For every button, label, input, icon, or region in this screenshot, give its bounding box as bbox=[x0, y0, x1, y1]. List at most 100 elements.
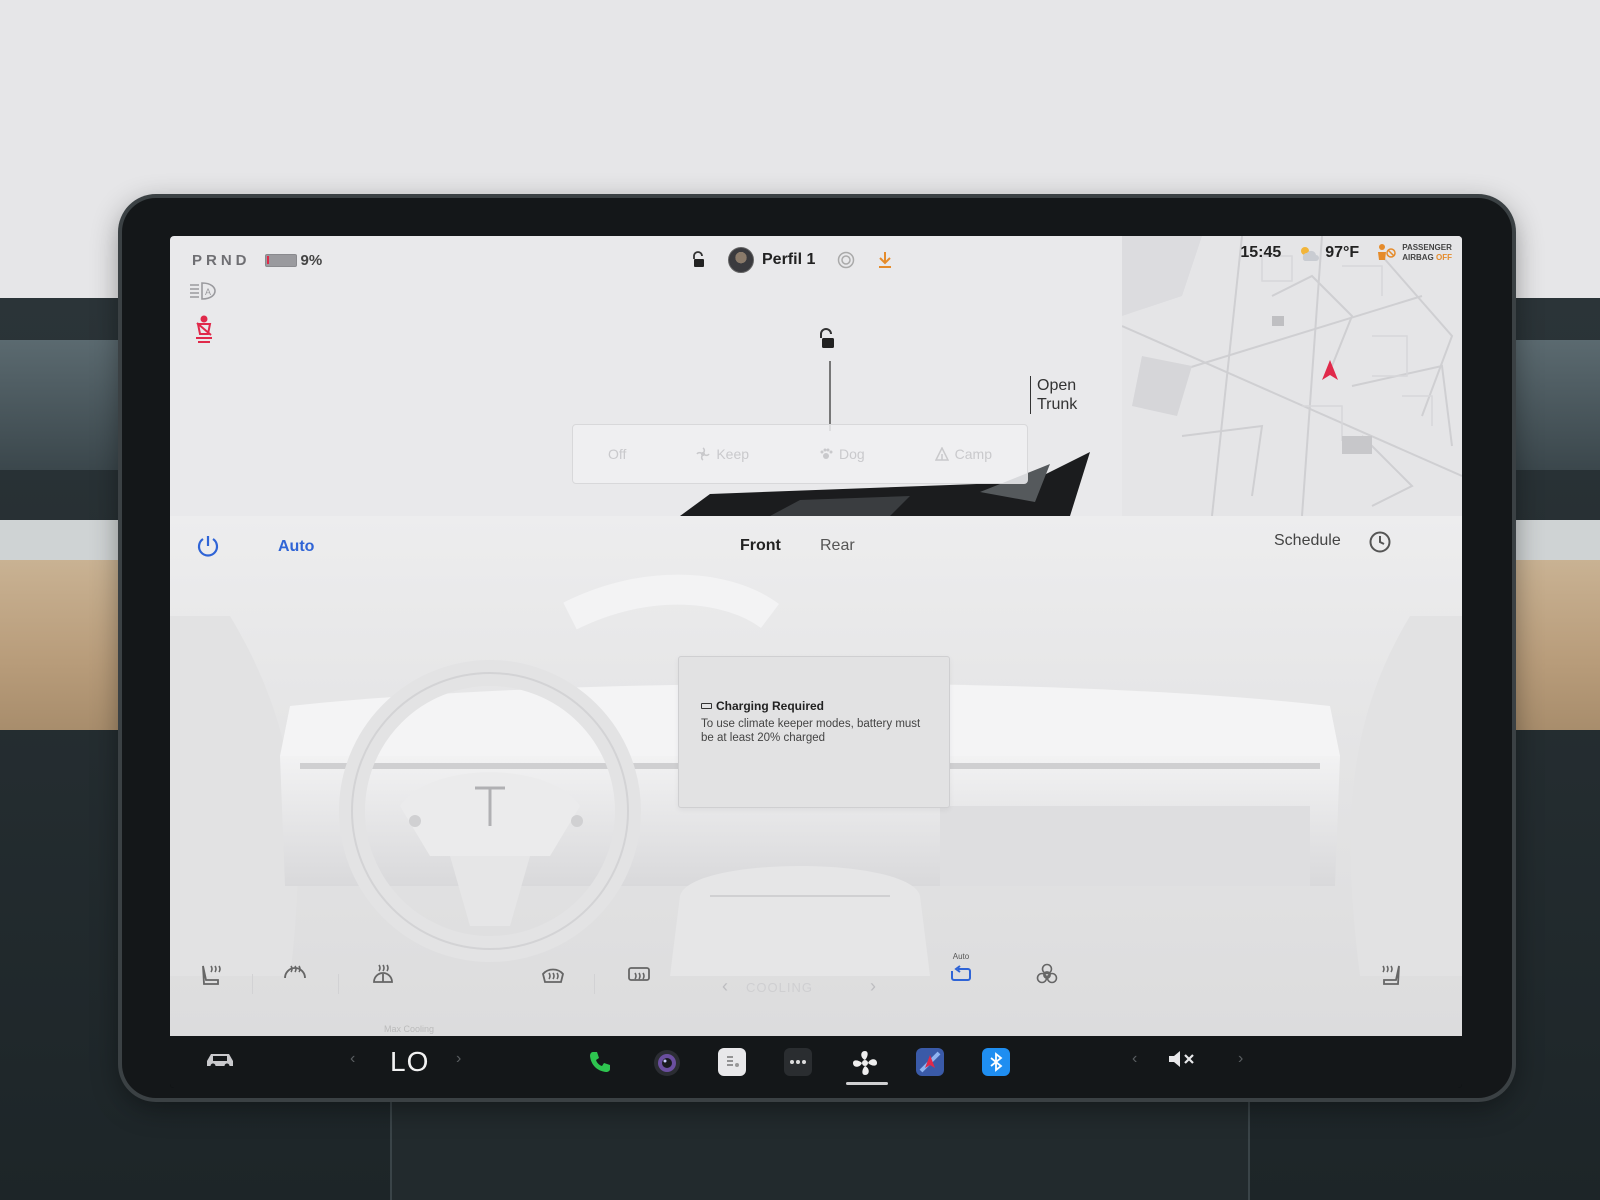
climate-app-button[interactable] bbox=[850, 1048, 880, 1078]
separator bbox=[594, 974, 595, 994]
clock-icon[interactable] bbox=[1368, 530, 1392, 559]
auto-headlights-icon: A bbox=[188, 280, 218, 302]
keeper-mode-camp-label: Camp bbox=[954, 446, 992, 462]
climate-header: Auto Front Rear Schedule bbox=[170, 516, 1462, 576]
status-right: 15:45 97°F PASSENGER AIRBAG OFF bbox=[1240, 242, 1452, 264]
climate-power-button[interactable] bbox=[196, 534, 220, 563]
bottom-dock: ‹ Max Cooling LO › ‹ › bbox=[170, 1024, 1462, 1088]
paw-icon bbox=[820, 448, 833, 459]
separator bbox=[338, 974, 339, 994]
status-center: Perfil 1 bbox=[690, 244, 893, 276]
bluetooth-app-button[interactable] bbox=[982, 1048, 1010, 1076]
car-lock-toggle-icon[interactable] bbox=[816, 328, 836, 350]
passenger-airbag-status: PASSENGER AIRBAG OFF bbox=[1375, 242, 1452, 264]
temp-decrease-chevron[interactable]: ‹ bbox=[350, 1050, 355, 1068]
navigation-icon bbox=[916, 1048, 944, 1076]
navigation-map[interactable] bbox=[1122, 236, 1462, 516]
front-defrost-button[interactable] bbox=[540, 962, 566, 988]
gear-indicator: PRND bbox=[192, 252, 251, 269]
fan-icon bbox=[853, 1051, 877, 1075]
clock: 15:45 bbox=[1240, 244, 1282, 261]
toybox-app-button[interactable] bbox=[718, 1048, 746, 1076]
tab-front[interactable]: Front bbox=[740, 537, 781, 555]
keeper-mode-off-label: Off bbox=[607, 446, 627, 462]
airbag-line1: PASSENGER bbox=[1402, 243, 1452, 252]
rear-defrost-icon bbox=[628, 967, 650, 981]
airbag-icon bbox=[1378, 244, 1396, 260]
volume-mute-button[interactable] bbox=[1166, 1048, 1200, 1070]
volume-increase-chevron[interactable]: › bbox=[1238, 1050, 1243, 1068]
recirculation-button[interactable]: Auto bbox=[948, 952, 974, 985]
mute-icon bbox=[1169, 1051, 1194, 1067]
left-wood-trim bbox=[0, 560, 122, 730]
camera-icon bbox=[654, 1050, 680, 1076]
seat-heater-icon bbox=[202, 965, 221, 985]
driver-profile[interactable]: Perfil 1 bbox=[728, 247, 815, 273]
fan-icon bbox=[696, 447, 710, 461]
left-trim bbox=[0, 520, 122, 560]
bluetooth-icon bbox=[982, 1048, 1010, 1076]
recirculate-icon bbox=[951, 965, 971, 981]
car-controls-button[interactable] bbox=[204, 1048, 236, 1072]
right-wood-trim bbox=[1512, 560, 1600, 730]
battery-low-icon bbox=[701, 703, 712, 709]
wiper-defrost-button[interactable] bbox=[370, 962, 396, 988]
keeper-mode-keep-label: Keep bbox=[716, 446, 750, 462]
software-update-download-icon[interactable] bbox=[877, 251, 893, 269]
keeper-mode-camp[interactable]: Camp bbox=[934, 446, 992, 462]
temp-value[interactable]: LO bbox=[390, 1046, 429, 1078]
outside-temperature-value: 97°F bbox=[1325, 244, 1360, 261]
driver-seat-heater-button[interactable] bbox=[198, 962, 224, 988]
svg-text:A: A bbox=[205, 287, 211, 297]
phone-icon bbox=[590, 1052, 610, 1072]
volume-decrease-chevron[interactable]: ‹ bbox=[1132, 1050, 1137, 1068]
phone-app-button[interactable] bbox=[586, 1048, 614, 1076]
trunk-line1: Open bbox=[1037, 377, 1077, 394]
ellipsis-icon bbox=[784, 1048, 812, 1076]
more-apps-button[interactable] bbox=[784, 1048, 812, 1076]
document-icon bbox=[718, 1048, 746, 1076]
battery-fill bbox=[266, 256, 269, 264]
schedule-button[interactable]: Schedule bbox=[1274, 532, 1341, 550]
temp-increase-chevron[interactable]: › bbox=[456, 1050, 461, 1068]
tent-icon bbox=[934, 447, 949, 461]
sentry-mode-icon[interactable] bbox=[837, 251, 855, 269]
trunk-line2: Trunk bbox=[1037, 396, 1078, 413]
keeper-mode-off[interactable]: Off bbox=[608, 446, 626, 462]
passenger-seat-heater-button[interactable] bbox=[1378, 962, 1404, 988]
unlock-icon[interactable] bbox=[690, 251, 706, 269]
temp-caption: Max Cooling bbox=[384, 1024, 435, 1034]
tab-rear[interactable]: Rear bbox=[820, 537, 855, 555]
fan-increase-chevron[interactable]: › bbox=[870, 976, 876, 997]
steering-heater-icon bbox=[284, 965, 306, 979]
partly-cloudy-icon bbox=[1301, 247, 1320, 261]
seat-heater-icon bbox=[1382, 965, 1400, 985]
keeper-mode-dog[interactable]: Dog bbox=[819, 446, 865, 462]
right-trim bbox=[1512, 520, 1600, 560]
power-icon bbox=[197, 536, 219, 557]
navigation-app-button[interactable] bbox=[916, 1048, 944, 1076]
lock-leader-line bbox=[829, 361, 831, 431]
climate-auto-button[interactable]: Auto bbox=[278, 538, 314, 556]
keeper-mode-keep[interactable]: Keep bbox=[696, 446, 749, 462]
climate-panel: Auto Front Rear Schedule Charging Requir… bbox=[170, 516, 1462, 1036]
right-vent bbox=[1512, 340, 1600, 470]
camera-app-button[interactable] bbox=[652, 1048, 682, 1078]
battery-indicator: 9% bbox=[264, 252, 322, 269]
profile-name: Perfil 1 bbox=[762, 251, 816, 268]
bioweapon-defense-button[interactable] bbox=[1034, 962, 1060, 988]
active-app-indicator bbox=[846, 1082, 888, 1085]
center-console bbox=[390, 1100, 1250, 1200]
front-defrost-icon bbox=[542, 968, 564, 983]
fan-status: COOLING bbox=[746, 980, 813, 995]
left-vent bbox=[0, 340, 122, 470]
seatbelt-warning-icon bbox=[192, 314, 216, 344]
rear-defrost-button[interactable] bbox=[626, 962, 652, 988]
open-trunk-button[interactable]: Open Trunk bbox=[1030, 376, 1077, 414]
outside-temperature: 97°F bbox=[1297, 244, 1359, 262]
driver-temperature-control: ‹ Max Cooling LO › bbox=[346, 1024, 466, 1088]
steering-wheel-heater-button[interactable] bbox=[282, 962, 308, 988]
car-view-panel: PRND 9% A Perfil 1 15:45 97°F PASSENGER … bbox=[170, 236, 1462, 516]
fan-decrease-chevron[interactable]: ‹ bbox=[722, 976, 728, 997]
separator bbox=[252, 974, 253, 994]
